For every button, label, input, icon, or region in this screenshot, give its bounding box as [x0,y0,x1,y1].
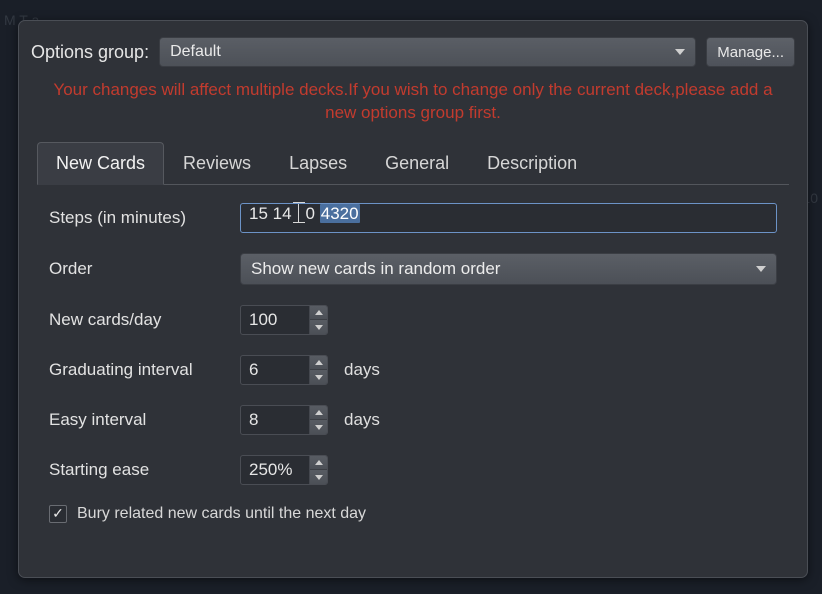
steps-value-prefix: 15 14 [249,204,292,223]
chevron-down-icon [756,266,766,272]
steps-value-selected: 4320 [320,204,360,223]
grad-spinner[interactable] [240,355,328,385]
warning-text: Your changes will affect multiple decks.… [19,77,807,135]
grad-unit: days [344,360,380,380]
options-dialog: Options group: Default Manage... Your ch… [18,20,808,578]
ease-spinner[interactable] [240,455,328,485]
newcards-spinner[interactable] [240,305,328,335]
order-value: Show new cards in random order [251,259,500,279]
bury-checkbox[interactable]: ✓ [49,505,67,523]
steps-label: Steps (in minutes) [49,208,224,228]
easy-unit: days [344,410,380,430]
options-group-label: Options group: [31,42,149,63]
tab-bar: New Cards Reviews Lapses General Descrip… [37,141,789,185]
spin-up-icon[interactable] [310,356,327,370]
spin-up-icon[interactable] [310,306,327,320]
tab-general[interactable]: General [366,142,468,185]
grad-input[interactable] [241,356,309,384]
grad-label: Graduating interval [49,360,224,380]
spin-down-icon[interactable] [310,419,327,434]
tab-new-cards[interactable]: New Cards [37,142,164,185]
spin-up-icon[interactable] [310,406,327,420]
steps-value-mid: 0 [306,204,320,223]
tab-description[interactable]: Description [468,142,596,185]
tab-reviews[interactable]: Reviews [164,142,270,185]
spin-down-icon[interactable] [310,319,327,334]
spin-up-icon[interactable] [310,456,327,470]
steps-input[interactable]: 15 14 0 4320 [240,203,777,233]
manage-button[interactable]: Manage... [706,37,795,67]
text-cursor-icon [292,204,306,222]
topbar: Options group: Default Manage... [19,31,807,77]
bury-label: Bury related new cards until the next da… [77,505,366,523]
options-group-select[interactable]: Default [159,37,696,67]
options-group-value: Default [170,43,221,61]
newcards-label: New cards/day [49,310,224,330]
easy-input[interactable] [241,406,309,434]
easy-label: Easy interval [49,410,224,430]
order-select[interactable]: Show new cards in random order [240,253,777,285]
chevron-down-icon [675,49,685,55]
ease-label: Starting ease [49,460,224,480]
newcards-input[interactable] [241,306,309,334]
order-label: Order [49,259,224,279]
tab-lapses[interactable]: Lapses [270,142,366,185]
ease-input[interactable] [241,456,309,484]
easy-spinner[interactable] [240,405,328,435]
new-cards-panel: Steps (in minutes) 15 14 0 4320 Order Sho… [19,185,807,533]
spin-down-icon[interactable] [310,469,327,484]
spin-down-icon[interactable] [310,369,327,384]
